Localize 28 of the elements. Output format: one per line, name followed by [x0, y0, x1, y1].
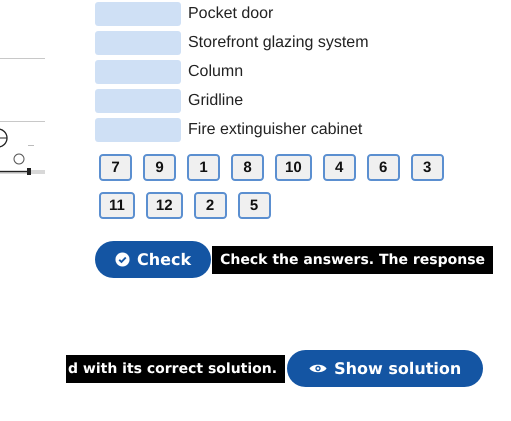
check-circle-icon — [115, 252, 130, 267]
tooltip: d with its correct solution. — [66, 354, 286, 382]
item-label: Fire extinguisher cabinet — [188, 121, 362, 139]
number-tile[interactable]: 11 — [99, 192, 135, 219]
tooltip: Check the answers. The response — [212, 246, 494, 274]
number-tile[interactable]: 7 — [99, 154, 132, 181]
item-label: Column — [188, 63, 244, 81]
number-tile[interactable]: 10 — [275, 154, 312, 181]
number-tile[interactable]: 5 — [238, 192, 271, 219]
number-tile[interactable]: 9 — [143, 154, 176, 181]
number-tile[interactable]: 1 — [187, 154, 220, 181]
item-label: Pocket door — [188, 5, 274, 23]
number-tile[interactable]: 12 — [146, 192, 183, 219]
check-button[interactable]: Check — [95, 241, 212, 278]
drop-zone[interactable] — [95, 89, 181, 113]
drop-zone[interactable] — [95, 118, 181, 142]
drop-zone[interactable] — [95, 31, 181, 55]
number-tile[interactable]: 6 — [366, 154, 400, 181]
show-solution-button[interactable]: Show solution — [287, 350, 484, 387]
eye-icon — [309, 363, 328, 374]
number-tile[interactable]: 2 — [194, 192, 227, 219]
item-label: Gridline — [188, 92, 244, 110]
item-label: Storefront glazing system — [188, 34, 369, 52]
number-tile[interactable]: 3 — [410, 154, 444, 181]
number-tile[interactable]: 4 — [322, 154, 356, 181]
drop-zone[interactable] — [95, 2, 181, 26]
drop-zone[interactable] — [95, 60, 181, 84]
number-tile[interactable]: 8 — [231, 154, 264, 181]
